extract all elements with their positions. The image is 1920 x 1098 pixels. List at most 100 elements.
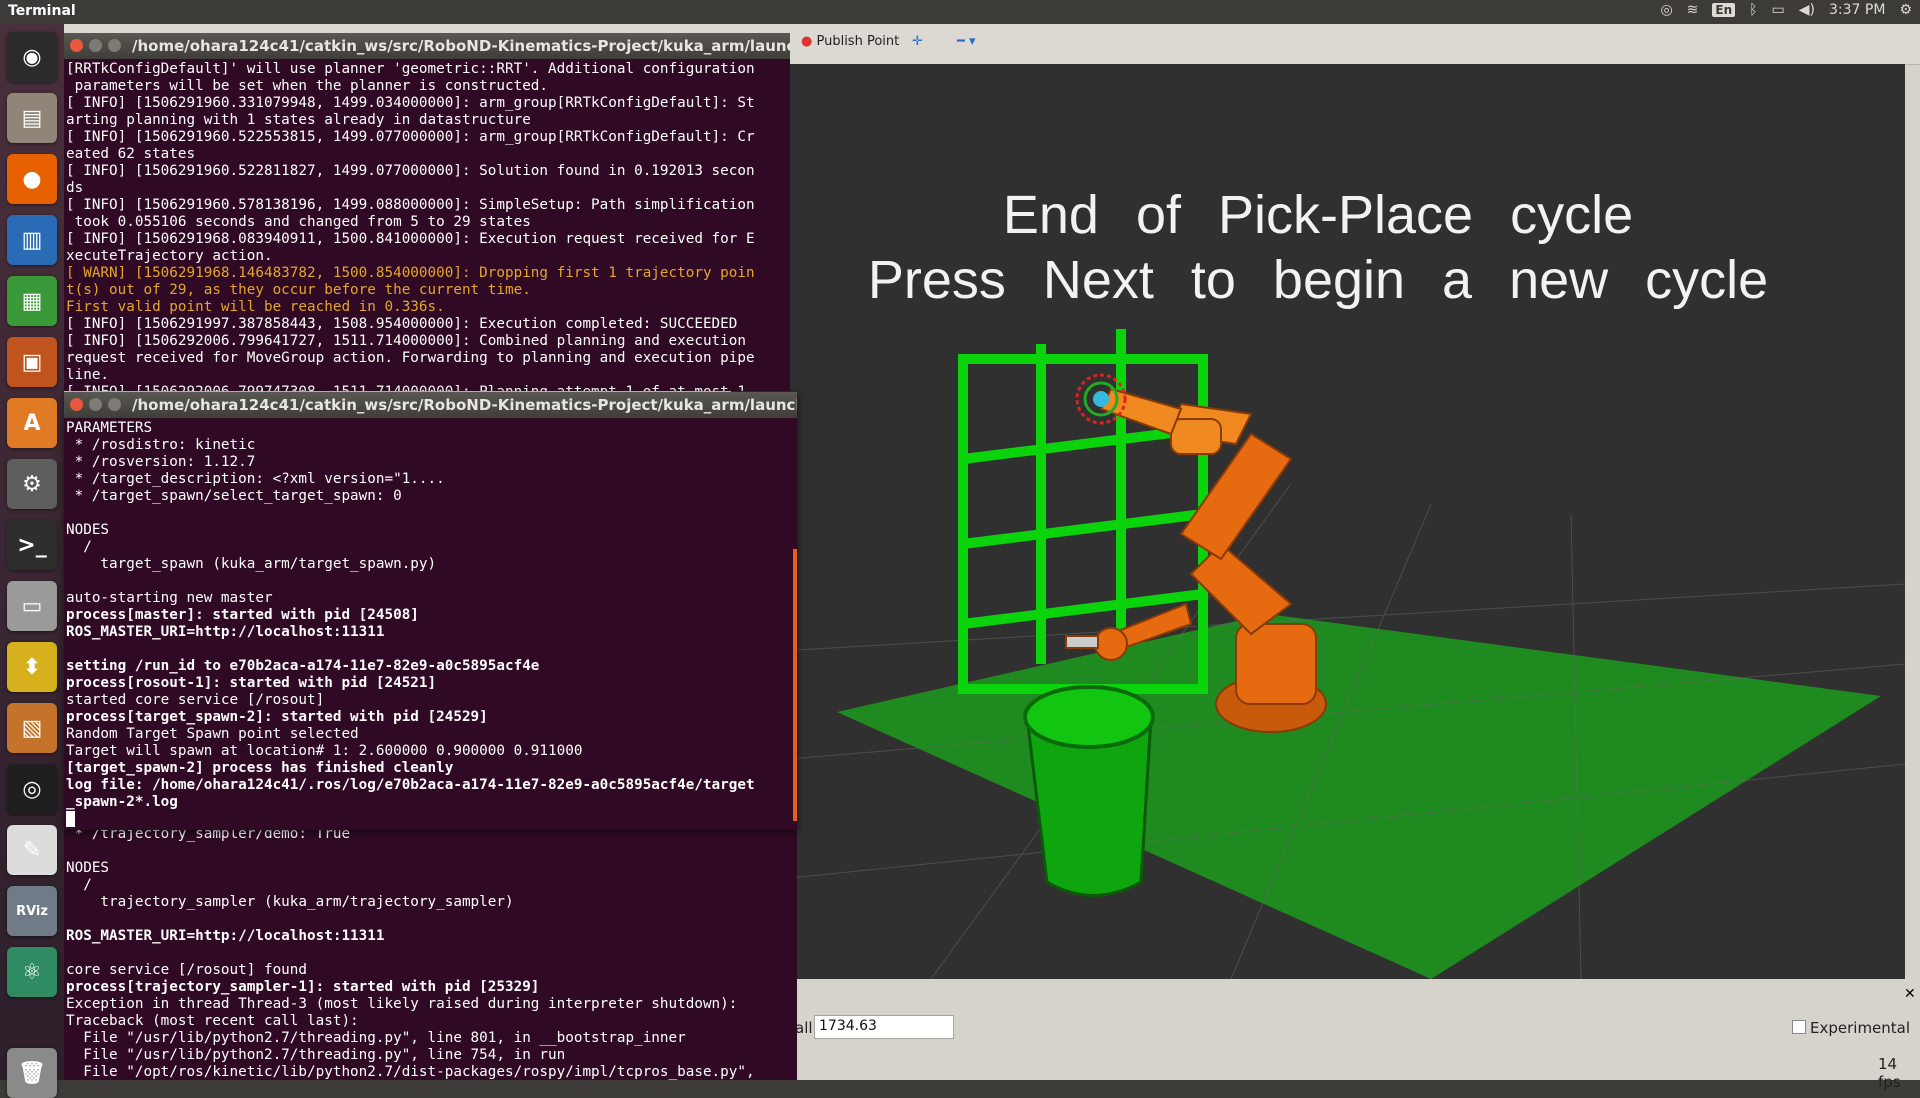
disk-icon[interactable]: ▭ [7, 581, 57, 631]
software-center-icon[interactable]: A [7, 398, 57, 448]
clock[interactable]: 3:37 PM [1829, 2, 1885, 18]
volume-icon[interactable]: ◀) [1799, 2, 1815, 18]
terminal-line: NODES [66, 522, 110, 538]
close-panel-icon[interactable]: ✕ [1904, 986, 1916, 1002]
terminal-line: setting /run_id to e70b2aca-a174-11e7-82… [66, 658, 540, 674]
experimental-checkbox[interactable] [1792, 1020, 1806, 1034]
terminal-line: Traceback (most recent call last): [66, 1013, 359, 1029]
terminal-titlebar[interactable]: /home/ohara124c41/catkin_ws/src/RoboND-K… [64, 392, 797, 418]
keyboard-layout-indicator[interactable]: En [1712, 3, 1736, 17]
terminal-line: Exception in thread Thread-3 (most likel… [66, 996, 738, 1012]
terminal-line: process[rosout-1]: started with pid [245… [66, 675, 437, 691]
files-icon[interactable]: ▤ [7, 93, 57, 143]
terminal-line: * /target_spawn/select_target_spawn: 0 [66, 488, 402, 504]
writer-icon[interactable]: ▥ [7, 215, 57, 265]
terminal-window-target-spawn[interactable]: /home/ohara124c41/catkin_ws/src/RoboND-K… [64, 392, 797, 830]
terminal-line: [ INFO] [1506291997.387858443, 1508.9540… [66, 316, 738, 332]
add-tool-icon[interactable]: ✛ [912, 34, 923, 49]
trash-icon[interactable]: 🗑 [7, 1048, 57, 1098]
package-tools-icon[interactable]: ⬍ [7, 642, 57, 692]
terminal-line: [ INFO] [1506291960.522811827, 1499.0770… [66, 163, 755, 179]
terminal-line: [ INFO] [1506291960.578138196, 1499.0880… [66, 197, 755, 213]
terminal-titlebar[interactable]: /home/ohara124c41/catkin_ws/src/RoboND-K… [64, 33, 790, 59]
battery-icon[interactable]: ▭ [1772, 2, 1785, 18]
minimize-icon[interactable] [89, 398, 102, 411]
impress-icon[interactable]: ▣ [7, 337, 57, 387]
scene-graphics [731, 329, 1905, 979]
obs-icon[interactable]: ◎ [7, 764, 57, 814]
indicator-area: ◎ ≋ En ᛒ ▭ ◀) 3:37 PM ⚙ [1660, 2, 1912, 18]
text-editor-icon[interactable]: ✎ [7, 825, 57, 875]
terminal-output[interactable]: [RRTkConfigDefault]' will use planner 'g… [64, 59, 790, 391]
terminal-line: PARAMETERS [66, 420, 153, 436]
terminal-line: File "/usr/lib/python2.7/threading.py", … [66, 1047, 566, 1063]
terminal-line: trajectory_sampler (kuka_arm/trajectory_… [66, 894, 514, 910]
terminal-line: NODES [66, 860, 110, 876]
terminal-line: process[trajectory_sampler-1]: started w… [66, 979, 540, 995]
publish-point-tool[interactable]: ● Publish Point [801, 34, 899, 49]
system-settings-icon[interactable]: ⚙ [7, 459, 57, 509]
calc-icon[interactable]: ▦ [7, 276, 57, 326]
terminal-scrollbar[interactable] [793, 549, 797, 821]
terminal-line: Target will spawn at location# 1: 2.6000… [66, 743, 583, 759]
atom-icon[interactable]: ⚛ [7, 947, 57, 997]
3d-viewport[interactable]: End of Pick-Place cycle Press Next to be… [731, 64, 1905, 979]
terminal-line: First valid point will be reached in 0.3… [66, 299, 445, 315]
terminal-icon[interactable]: >_ [7, 520, 57, 570]
publish-point-label: Publish Point [816, 34, 900, 49]
terminal-line: File "/usr/lib/python2.7/threading.py", … [66, 1030, 686, 1046]
terminal-title: /home/ohara124c41/catkin_ws/src/RoboND-K… [132, 37, 790, 55]
terminal-line: Random Target Spawn point selected [66, 726, 359, 742]
terminal-line: arting planning with 1 states already in… [66, 112, 531, 128]
close-icon[interactable] [70, 39, 83, 52]
maximize-icon[interactable] [108, 39, 121, 52]
terminal-window-cafe[interactable]: /home/ohara124c41/catkin_ws/src/RoboND-K… [64, 33, 790, 391]
elapsed-time-field[interactable]: 1734.63 [814, 1015, 954, 1039]
terminal-line: * /rosdistro: kinetic [66, 437, 256, 453]
terminal-output[interactable]: PARAMETERS * /rosdistro: kinetic * /rosv… [64, 418, 797, 828]
bluetooth-icon[interactable]: ᛒ [1749, 2, 1757, 18]
terminal-line: parameters will be set when the planner … [66, 78, 549, 94]
bin [1023, 685, 1155, 897]
minimize-icon[interactable] [89, 39, 102, 52]
terminal-line: line. [66, 367, 110, 383]
terminal-line: [ WARN] [1506291968.146483782, 1500.8540… [66, 265, 755, 281]
floor-plane [837, 614, 1881, 979]
wifi-icon[interactable]: ≋ [1687, 2, 1699, 18]
terminal-line: [ INFO] [1506292006.799747308, 1511.7140… [66, 384, 788, 391]
gear-icon[interactable]: ⚙ [1899, 2, 1912, 18]
firefox-icon[interactable]: ● [7, 154, 57, 204]
top-panel: Terminal ◎ ≋ En ᛒ ▭ ◀) 3:37 PM ⚙ [0, 0, 1920, 24]
terminal-line: xecuteTrajectory action. [66, 248, 273, 264]
active-app-title: Terminal [8, 3, 76, 19]
terminal-output[interactable]: * /trajectory_sampler/demo: True NODES / … [64, 826, 797, 1080]
terminal-line: [RRTkConfigDefault]' will use planner 'g… [66, 61, 755, 77]
terminal-line: File "/opt/ros/kinetic/lib/python2.7/dis… [66, 1064, 755, 1080]
obs-tray-icon[interactable]: ◎ [1660, 2, 1672, 18]
text-cursor [66, 811, 75, 827]
terminal-line: ds [66, 180, 84, 196]
terminal-line: eated 62 states [66, 146, 196, 162]
location-pin-icon: ● [801, 34, 813, 49]
terminal-line: core service [/rosout] found [66, 962, 308, 978]
close-icon[interactable] [70, 398, 83, 411]
terminal-line: / [66, 539, 92, 555]
rviz-icon[interactable]: RViz [7, 886, 57, 936]
fps-readout: 14 fps [1878, 1055, 1901, 1091]
terminal-line: / [66, 877, 92, 893]
ubuntu-logo-icon[interactable]: ◉ [7, 32, 57, 82]
terminal-line: [target_spawn-2] process has finished cl… [66, 760, 454, 776]
terminal-line: * /rosversion: 1.12.7 [66, 454, 256, 470]
terminal-line: ROS_MASTER_URI=http://localhost:11311 [66, 624, 385, 640]
maximize-icon[interactable] [108, 398, 121, 411]
remove-tool-icon[interactable]: ━ ▾ [957, 34, 975, 49]
terminal-prompt-line[interactable] [66, 811, 795, 828]
terminal-line: auto-starting new master [66, 590, 273, 606]
box-icon[interactable]: ▧ [7, 703, 57, 753]
terminal-line: [ INFO] [1506291960.522553815, 1499.0770… [66, 129, 755, 145]
terminal-window-trajectory-sampler[interactable]: * /trajectory_sampler/demo: True NODES / … [64, 826, 797, 1080]
